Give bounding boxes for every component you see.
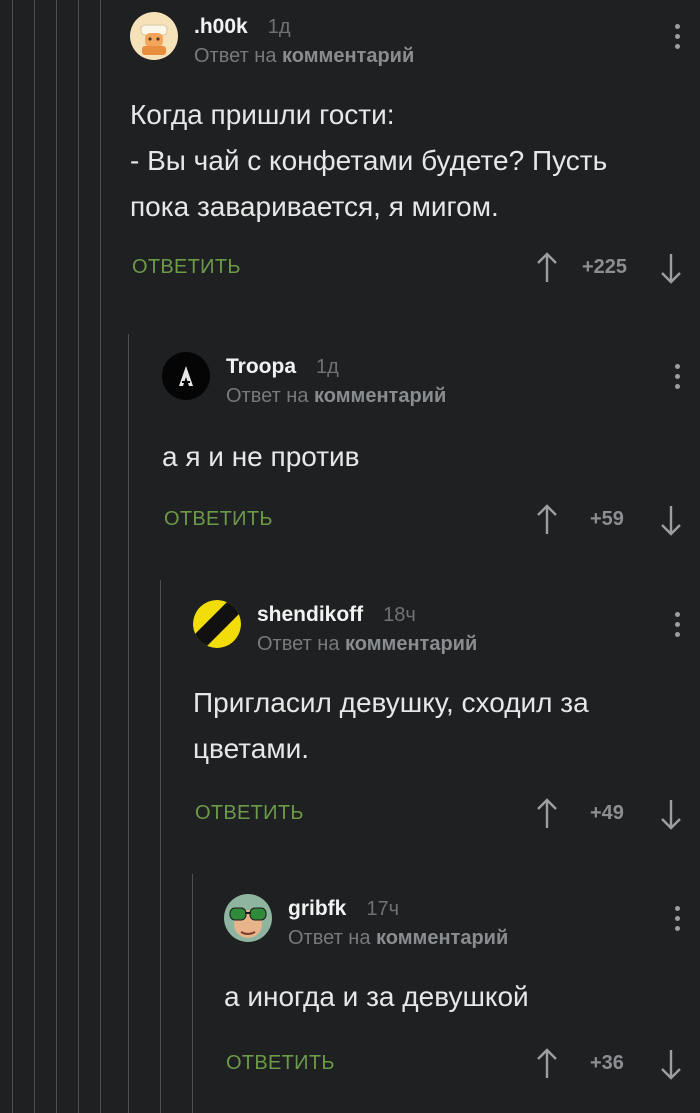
author-line: shendikoff 18ч [257,603,416,627]
author-name[interactable]: gribfk [288,897,346,920]
comment-time: 1д [267,16,291,38]
reply-button[interactable]: ОТВЕТИТЬ [132,256,241,279]
reply-target-link[interactable]: комментарий [345,633,477,655]
author-name[interactable]: .h00k [194,15,248,38]
vote-score: +49 [590,802,624,824]
comment-body: а иногда и за девушкой [224,974,700,1020]
comment-text-line: а я и не против [162,441,360,472]
reply-target-link[interactable]: комментарий [376,927,508,949]
comment-text-line: пока заваривается, я мигом. [130,191,499,222]
reply-to-line: Ответ на комментарий [257,633,477,656]
comment: gribfk 17ч Ответ на комментарий а иногда … [224,894,700,1084]
thread-line-3 [56,0,57,1113]
comment-header: shendikoff 18ч Ответ на комментарий [193,600,700,658]
comment-text-line: а иногда и за девушкой [224,981,529,1012]
upvote-arrow-icon[interactable] [536,252,558,284]
more-options-icon[interactable] [674,612,680,642]
avatar[interactable] [224,894,272,942]
author-line: Troopa 1д [226,355,339,379]
reply-button[interactable]: ОТВЕТИТЬ [226,1052,335,1075]
comment-time: 17ч [366,898,400,920]
vote-controls: +225 [536,248,686,288]
thread-line-7 [160,580,161,1113]
more-options-icon[interactable] [674,364,680,394]
comment-body: а я и не против [162,434,700,480]
reply-prefix: Ответ на [257,633,340,655]
thread-line-4 [78,0,79,1113]
downvote-arrow-icon[interactable] [660,1048,682,1080]
reply-to-line: Ответ на комментарий [226,385,446,408]
upvote-arrow-icon[interactable] [536,1048,558,1080]
thread-line-6 [128,334,129,1113]
author-line: gribfk 17ч [288,897,399,921]
downvote-arrow-icon[interactable] [660,252,682,284]
reply-button[interactable]: ОТВЕТИТЬ [195,802,304,825]
comment-text-line: Когда пришли гости: [130,99,395,130]
comment-time: 18ч [383,604,416,626]
comment: shendikoff 18ч Ответ на комментарий Пригл… [193,600,700,834]
downvote-arrow-icon[interactable] [660,798,682,830]
vote-controls: +36 [536,1044,686,1084]
comment-text-line: Пригласил девушку, сходил за [193,687,589,718]
comment-actions: ОТВЕТИТЬ +49 [193,794,700,834]
reply-prefix: Ответ на [194,45,277,67]
author-line: .h00k 1д [194,15,291,39]
avatar[interactable] [162,352,210,400]
reply-target-link[interactable]: комментарий [282,45,414,67]
upvote-arrow-icon[interactable] [536,504,558,536]
comment-body: Пригласил девушку, сходил за цветами. [193,680,700,772]
vote-score: +36 [590,1052,624,1074]
thread-line-8 [192,874,193,1113]
comment-text-line: цветами. [193,733,309,764]
vote-controls: +59 [536,500,686,540]
author-name[interactable]: Troopa [226,355,296,378]
upvote-arrow-icon[interactable] [536,798,558,830]
comment-header: gribfk 17ч Ответ на комментарий [224,894,700,952]
comment-actions: ОТВЕТИТЬ +36 [224,1044,700,1084]
avatar[interactable] [130,12,178,60]
downvote-arrow-icon[interactable] [660,504,682,536]
thread-line-5 [100,0,101,1113]
thread-line-1 [12,0,13,1113]
thread-line-2 [34,0,35,1113]
reply-prefix: Ответ на [288,927,371,949]
comment-actions: ОТВЕТИТЬ +225 [130,248,700,288]
more-options-icon[interactable] [674,24,680,54]
vote-controls: +49 [536,794,686,834]
comment: Troopa 1д Ответ на комментарий а я и не п… [162,352,700,540]
vote-score: +225 [582,256,628,278]
reply-button[interactable]: ОТВЕТИТЬ [164,508,273,531]
comment-text-line: - Вы чай с конфетами будете? Пусть [130,145,608,176]
reply-to-line: Ответ на комментарий [194,45,414,68]
more-options-icon[interactable] [674,906,680,936]
reply-to-line: Ответ на комментарий [288,927,508,950]
comment-time: 1д [316,356,339,378]
comment-header: .h00k 1д Ответ на комментарий [130,12,700,70]
comment: .h00k 1д Ответ на комментарий Когда пришл… [130,12,700,288]
vote-score: +59 [590,508,624,530]
comment-body: Когда пришли гости: - Вы чай с конфетами… [130,92,700,230]
reply-target-link[interactable]: комментарий [314,385,446,407]
comment-header: Troopa 1д Ответ на комментарий [162,352,700,410]
avatar[interactable] [193,600,241,648]
reply-prefix: Ответ на [226,385,309,407]
comment-actions: ОТВЕТИТЬ +59 [162,500,700,540]
author-name[interactable]: shendikoff [257,603,363,626]
